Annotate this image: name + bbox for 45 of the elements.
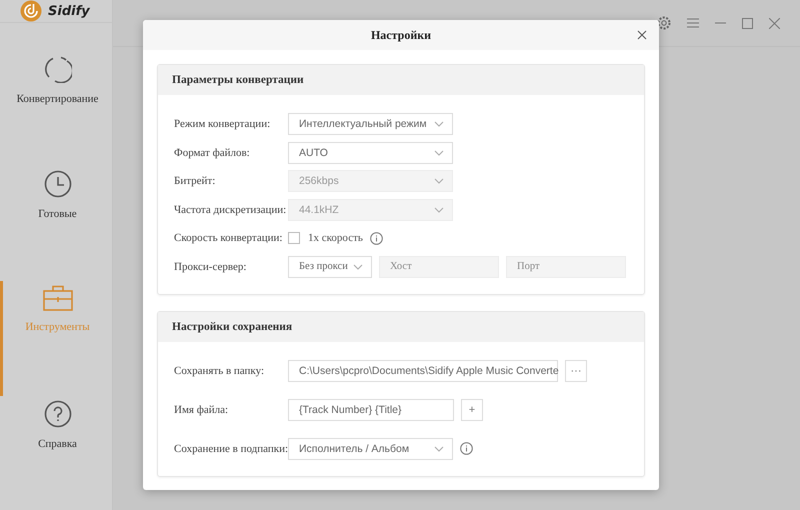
sidebar-item[interactable]: Готовые (0, 166, 112, 281)
field-label: Сохранять в папку: (174, 364, 266, 376)
field-label: Скорость конвертации: (174, 232, 284, 244)
menu-icon[interactable] (687, 18, 699, 28)
dropdown[interactable]: Без прокси (288, 256, 372, 278)
sidebar-item[interactable]: Конвертирование (0, 51, 112, 166)
browse-button[interactable]: + (461, 398, 483, 420)
chevron-down-icon (434, 178, 444, 184)
checkbox-label: 1x скорость (308, 232, 363, 244)
input-field[interactable]: C:\Users\pcpro\Documents\Sidify Apple Music Converte (288, 360, 558, 382)
input-field[interactable]: {Track Number} {Title} (288, 398, 454, 420)
dropdown[interactable]: Интеллектуальный режим (288, 113, 453, 135)
help-icon (44, 400, 72, 428)
chevron-down-icon (434, 121, 444, 127)
dropdown[interactable]: AUTO (288, 142, 453, 164)
panel-title: Настройки сохранения (172, 320, 292, 332)
chevron-down-icon (434, 446, 444, 452)
panel-title: Параметры конвертации (172, 74, 304, 86)
maximize-icon[interactable] (742, 18, 753, 28)
close-button[interactable] (635, 28, 649, 42)
field-label: Имя файла: (174, 404, 230, 416)
app-name: Sidify (48, 4, 90, 18)
clock-icon (44, 170, 72, 198)
settings-icon[interactable] (657, 16, 671, 30)
dropdown[interactable]: Исполнитель / Альбом (288, 438, 453, 460)
field-label: Формат файлов: (174, 146, 251, 158)
field-label: Битрейт: (174, 175, 216, 187)
chevron-down-icon (353, 264, 363, 270)
info-icon[interactable] (460, 442, 473, 455)
field-label: Прокси-сервер: (174, 260, 248, 272)
checkbox[interactable] (288, 232, 300, 244)
field-label: Частота дискретизации: (174, 204, 288, 216)
chevron-down-icon (434, 150, 444, 156)
browse-button[interactable]: ··· (565, 360, 587, 382)
toolbox-icon (42, 285, 72, 311)
close-icon[interactable] (769, 18, 780, 28)
sidebar-item[interactable]: Справка (0, 396, 112, 510)
minimize-icon[interactable] (715, 22, 726, 24)
field-label: Сохранение в подпапки: (174, 442, 288, 454)
dialog-title: Настройки (370, 28, 432, 42)
circular-arrows-icon (44, 55, 72, 83)
chevron-down-icon (434, 206, 444, 212)
logo-icon (20, 0, 42, 22)
info-icon[interactable] (370, 232, 383, 244)
field-label: Режим конвертации: (174, 118, 272, 130)
